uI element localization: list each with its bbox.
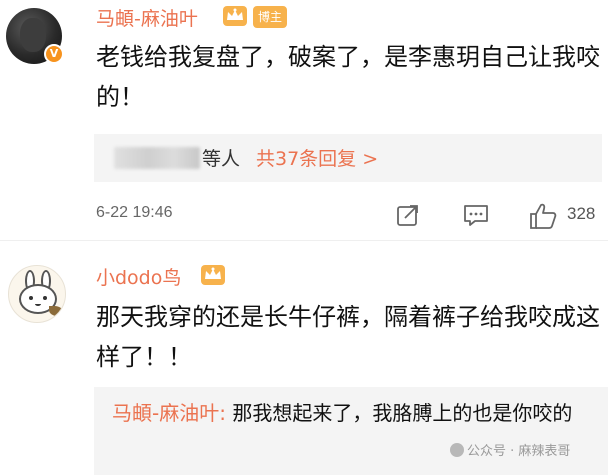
- nested-reply-author[interactable]: 马頔-麻油叶:: [112, 401, 226, 425]
- reply-summary-box[interactable]: 等人 共37条回复 >: [94, 134, 602, 182]
- verified-badge: V: [44, 44, 64, 64]
- share-icon[interactable]: [395, 202, 421, 228]
- wechat-icon: [450, 443, 464, 457]
- crown-icon: [201, 265, 225, 285]
- comment-username[interactable]: 马頔-麻油叶: [96, 4, 198, 31]
- like-count: 328: [567, 204, 596, 223]
- nested-reply[interactable]: 马頔-麻油叶: 那我想起来了，我胳膊上的也是你咬的: [94, 387, 608, 475]
- comment-icon[interactable]: [462, 202, 490, 228]
- comment-item: V 马頔-麻油叶 博主 老钱给我复盘了，破案了，是李惠玥自己让我咬的！ 等人 共…: [0, 0, 608, 240]
- watermark-text: 公众号 · 麻辣表哥: [467, 444, 571, 459]
- comment-text: 老钱给我复盘了，破案了，是李惠玥自己让我咬的！: [96, 43, 600, 111]
- comment-username[interactable]: 小dodo鸟: [96, 263, 181, 290]
- like-icon[interactable]: [528, 202, 558, 230]
- avatar[interactable]: [8, 265, 66, 323]
- reply-summary-suffix: 等人: [202, 148, 241, 170]
- watermark: 公众号 · 麻辣表哥: [450, 440, 570, 459]
- timestamp: 6-22 19:46: [96, 204, 173, 221]
- nested-reply-body: 那我想起来了，我胳膊上的也是你咬的: [225, 401, 573, 425]
- nested-reply-text: 马頔-麻油叶: 那我想起来了，我胳膊上的也是你咬的: [112, 397, 592, 430]
- comment-text: 那天我穿的还是长牛仔裤，隔着裤子给我咬成这样了！！: [96, 303, 600, 371]
- blogger-badge: 博主: [253, 6, 288, 28]
- crown-icon: [223, 6, 247, 26]
- blurred-username: [114, 147, 200, 169]
- reply-count-link[interactable]: 共37条回复 >: [256, 144, 378, 171]
